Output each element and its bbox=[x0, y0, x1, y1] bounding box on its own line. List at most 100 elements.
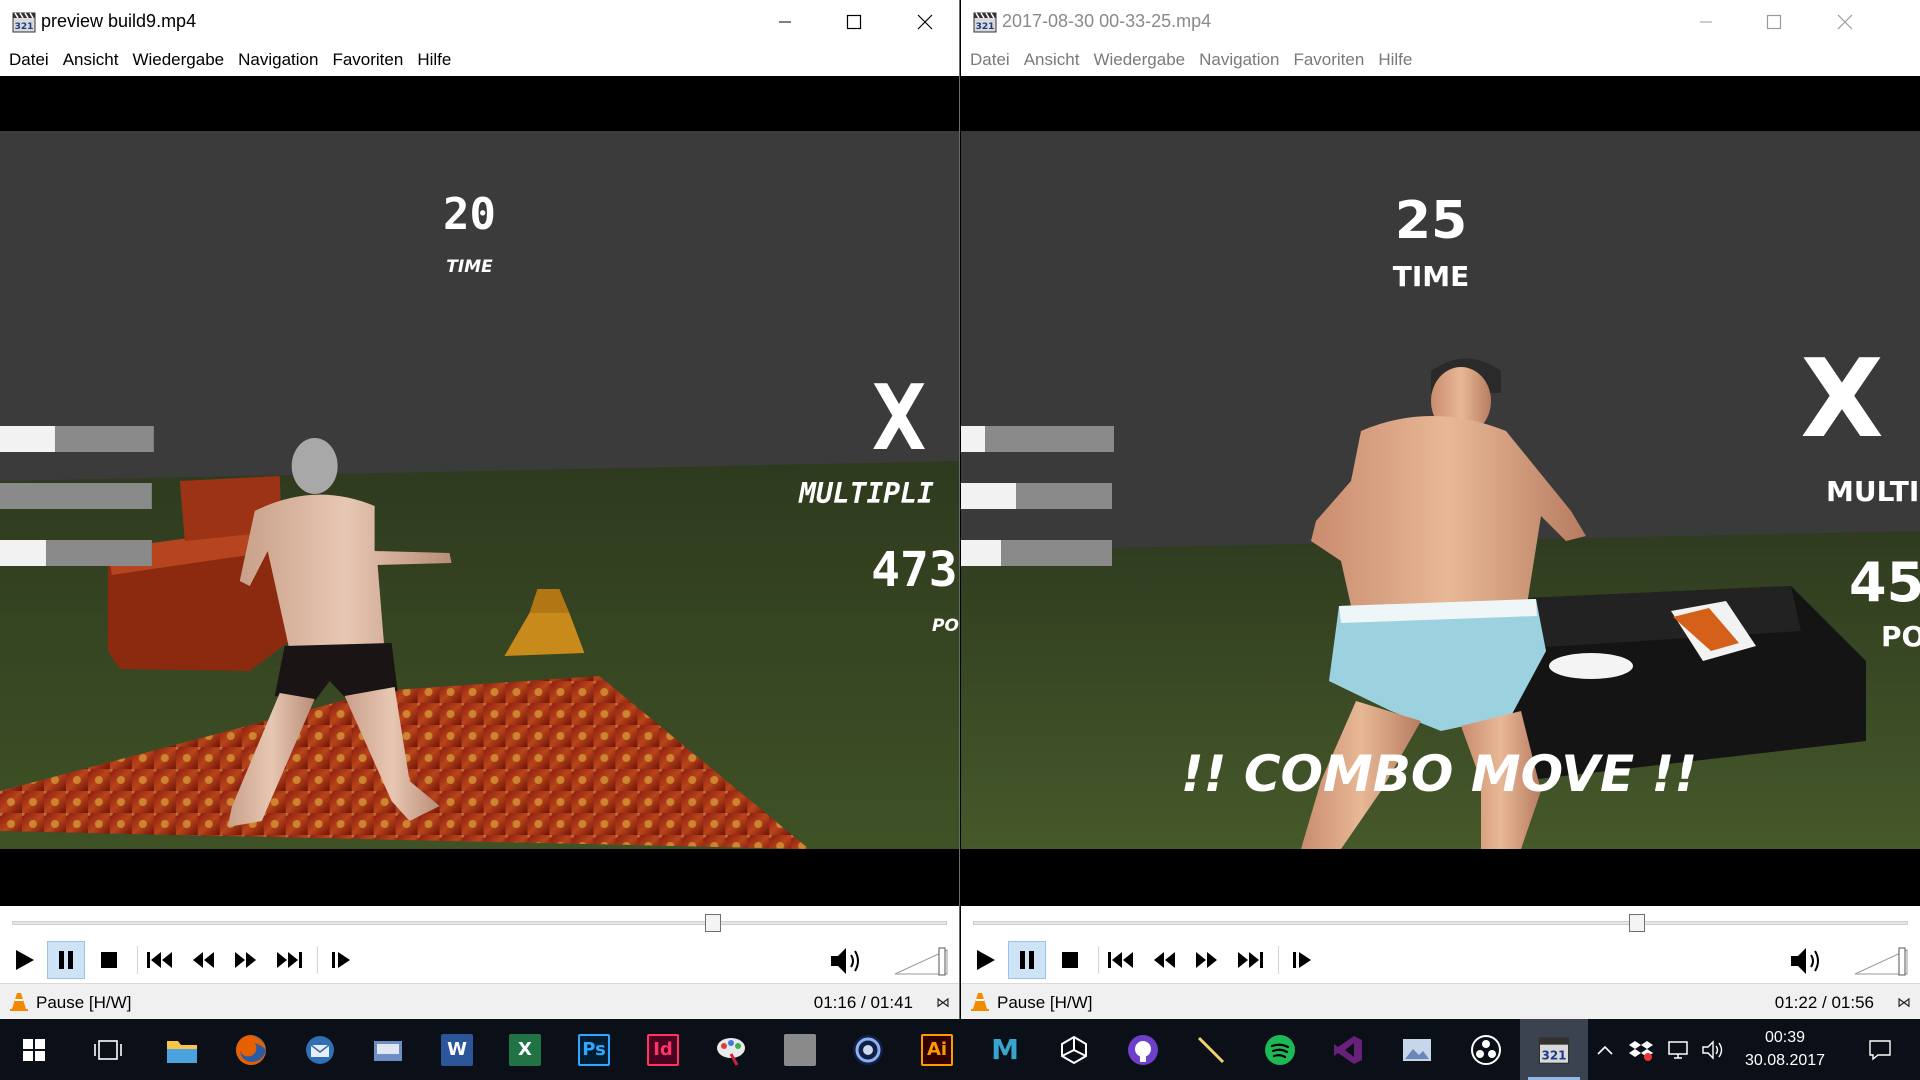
spotify-icon bbox=[1265, 1034, 1295, 1065]
playback-status: Pause [H/W] bbox=[997, 993, 1093, 1012]
time-display[interactable]: 01:22 / 01:56 bbox=[1775, 993, 1874, 1013]
close-button[interactable] bbox=[890, 0, 959, 44]
excel-icon: X bbox=[509, 1033, 541, 1066]
menu-hilfe[interactable]: Hilfe bbox=[417, 50, 451, 70]
taskbar-app-media-player[interactable]: 321 bbox=[1520, 1019, 1588, 1080]
menu-navigation[interactable]: Navigation bbox=[238, 50, 318, 70]
hud-multiplier-label: MULTIPLI bbox=[798, 477, 934, 510]
taskbar-app-word[interactable]: W bbox=[423, 1019, 491, 1080]
pause-button[interactable] bbox=[1008, 941, 1046, 979]
title-bar[interactable]: 321 preview build9.mp4 bbox=[0, 0, 959, 44]
stop-button[interactable] bbox=[90, 941, 128, 979]
taskbar-app-excel[interactable]: X bbox=[491, 1019, 559, 1080]
close-button[interactable] bbox=[1810, 0, 1880, 44]
menu-datei[interactable]: Datei bbox=[970, 50, 1010, 70]
taskbar-app-thunderbird[interactable] bbox=[286, 1019, 354, 1080]
taskbar-app-github[interactable] bbox=[1109, 1019, 1177, 1080]
taskbar-app-file-explorer[interactable] bbox=[148, 1019, 216, 1080]
maya-icon: M bbox=[991, 1033, 1019, 1066]
pause-button[interactable] bbox=[47, 941, 85, 979]
video-area[interactable]: 20 TIME X MULTIPLI 473 PO bbox=[0, 76, 959, 906]
pen-icon bbox=[1197, 1036, 1225, 1063]
previous-button[interactable] bbox=[1102, 941, 1140, 979]
taskbar-app-indesign[interactable]: Id bbox=[629, 1019, 697, 1080]
system-clock[interactable]: 00:39 30.08.2017 bbox=[1725, 1026, 1845, 1072]
unity-icon bbox=[1061, 1035, 1087, 1064]
media-player-app-icon: 321 bbox=[973, 12, 997, 33]
menu-datei[interactable]: Datei bbox=[9, 50, 49, 70]
minimize-button[interactable] bbox=[1671, 0, 1741, 44]
menu-favoriten[interactable]: Favoriten bbox=[1293, 50, 1364, 70]
menu-ansicht[interactable]: Ansicht bbox=[63, 50, 119, 70]
seek-bar[interactable] bbox=[973, 921, 1908, 925]
maximize-button[interactable] bbox=[819, 0, 889, 44]
skill-bar-fill bbox=[961, 540, 1001, 566]
show-hidden-icons-button[interactable] bbox=[1590, 1019, 1620, 1080]
dropbox-tray[interactable] bbox=[1624, 1019, 1658, 1080]
taskbar-app-unity[interactable] bbox=[1040, 1019, 1108, 1080]
menu-ansicht[interactable]: Ansicht bbox=[1024, 50, 1080, 70]
next-button[interactable] bbox=[270, 941, 308, 979]
taskbar-app-image-viewer[interactable] bbox=[1383, 1019, 1451, 1080]
action-center-button[interactable] bbox=[1852, 1019, 1908, 1080]
hud-multiplier-x: X bbox=[1800, 337, 1883, 462]
volume-icon[interactable] bbox=[1788, 944, 1826, 978]
network-tray[interactable] bbox=[1661, 1019, 1695, 1080]
fast-forward-button[interactable] bbox=[1188, 941, 1226, 979]
maximize-button[interactable] bbox=[1739, 0, 1809, 44]
rewind-button[interactable] bbox=[1145, 941, 1183, 979]
menu-navigation[interactable]: Navigation bbox=[1199, 50, 1279, 70]
x-icon[interactable]: ⋈ bbox=[936, 994, 950, 1011]
taskbar-app-paint-app[interactable] bbox=[697, 1019, 765, 1080]
next-button[interactable] bbox=[1231, 941, 1269, 979]
hud-timer: 20 bbox=[443, 189, 496, 240]
minimize-button[interactable] bbox=[750, 0, 820, 44]
fast-forward-button[interactable] bbox=[227, 941, 265, 979]
stop-button[interactable] bbox=[1051, 941, 1089, 979]
speaker-icon bbox=[1702, 1039, 1723, 1060]
taskbar-app-illustrator[interactable]: Ai bbox=[903, 1019, 971, 1080]
taskbar-app-visual-studio[interactable] bbox=[1314, 1019, 1382, 1080]
taskbar-app-pen-tool[interactable] bbox=[1177, 1019, 1245, 1080]
seek-handle[interactable] bbox=[1628, 914, 1645, 932]
time-display[interactable]: 01:16 / 01:41 bbox=[814, 993, 913, 1013]
skip-next-icon bbox=[277, 952, 302, 968]
taskbar-app-scanner-app[interactable] bbox=[354, 1019, 422, 1080]
close-icon bbox=[917, 14, 933, 30]
taskbar-app-gray-app[interactable] bbox=[766, 1019, 834, 1080]
volume-icon[interactable] bbox=[828, 944, 866, 978]
video-area[interactable]: 25 TIME X MULTIP 45 PO !! COMBO MOVE !! bbox=[961, 76, 1920, 906]
taskbar-app-photoshop[interactable]: Ps bbox=[560, 1019, 628, 1080]
taskbar-app-cinema4d[interactable] bbox=[834, 1019, 902, 1080]
frame-step-button[interactable] bbox=[322, 941, 360, 979]
hud-multiplier-label: MULTIP bbox=[1826, 475, 1920, 508]
x-icon[interactable]: ⋈ bbox=[1897, 994, 1911, 1011]
rewind-button[interactable] bbox=[184, 941, 222, 979]
svg-text:321: 321 bbox=[1541, 1048, 1566, 1062]
frame-step-button[interactable] bbox=[1283, 941, 1321, 979]
hud-points: 473 bbox=[871, 542, 958, 598]
play-button[interactable] bbox=[5, 941, 43, 979]
taskbar-app-firefox[interactable] bbox=[217, 1019, 285, 1080]
start-button[interactable] bbox=[0, 1019, 68, 1080]
task-view-button[interactable] bbox=[74, 1019, 142, 1080]
volume-slider[interactable] bbox=[893, 946, 949, 976]
title-bar[interactable]: 321 2017-08-30 00-33-25.mp4 bbox=[961, 0, 1920, 44]
previous-button[interactable] bbox=[141, 941, 179, 979]
volume-tray[interactable] bbox=[1698, 1019, 1728, 1080]
menu-wiedergabe[interactable]: Wiedergabe bbox=[1093, 50, 1185, 70]
menu-favoriten[interactable]: Favoriten bbox=[332, 50, 403, 70]
taskbar-app-spotify[interactable] bbox=[1246, 1019, 1314, 1080]
skip-previous-icon bbox=[147, 952, 172, 968]
dropbox-icon bbox=[1629, 1040, 1653, 1061]
taskbar-app-maya[interactable]: M bbox=[971, 1019, 1039, 1080]
menu-wiedergabe[interactable]: Wiedergabe bbox=[132, 50, 224, 70]
seek-handle[interactable] bbox=[705, 914, 722, 932]
play-button[interactable] bbox=[966, 941, 1004, 979]
volume-slider[interactable] bbox=[1853, 946, 1909, 976]
media-player-window-right[interactable]: 321 2017-08-30 00-33-25.mp4 Datei Ansich… bbox=[961, 0, 1920, 1019]
media-player-window-left[interactable]: 321 preview build9.mp4 Datei Ansicht Wie… bbox=[0, 0, 960, 1019]
taskbar-app-obs[interactable] bbox=[1452, 1019, 1520, 1080]
menu-hilfe[interactable]: Hilfe bbox=[1378, 50, 1412, 70]
seek-bar[interactable] bbox=[12, 921, 947, 925]
